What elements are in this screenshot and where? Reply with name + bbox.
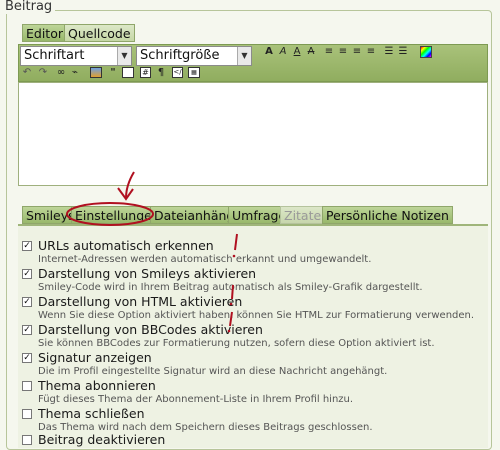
unlink-icon[interactable]: ⌁	[70, 68, 80, 78]
comment-icon[interactable]	[122, 67, 134, 78]
option-title: Thema schließen	[38, 406, 145, 421]
option-desc: Internet-Adressen werden automatisch erk…	[38, 254, 372, 265]
tab-editor[interactable]: Editor	[22, 24, 67, 42]
chevron-down-icon: ▼	[117, 47, 131, 65]
checkbox-signatur[interactable]: ✓	[22, 353, 32, 363]
option-desc: Sie können BBCodes zur Formatierung nutz…	[38, 338, 435, 349]
align-justify-icon[interactable]: ≡	[366, 47, 376, 57]
option-title: Darstellung von Smileys aktivieren	[38, 266, 257, 281]
link-icon[interactable]: ∞	[56, 68, 66, 78]
font-size-select[interactable]: Schriftgröße ▼	[136, 46, 252, 66]
option-desc: Die im Profil eingestellte Signatur wird…	[38, 366, 388, 377]
option-title: Thema abonnieren	[38, 378, 156, 393]
italic-icon[interactable]: A	[278, 47, 288, 57]
align-center-icon[interactable]: ≡	[338, 47, 348, 57]
image-icon[interactable]	[90, 67, 102, 78]
option-desc: Smiley-Code wird in Ihrem Beitrag automa…	[38, 282, 423, 293]
bold-icon[interactable]: A	[264, 47, 274, 57]
fieldset-legend: Beitrag	[2, 0, 56, 14]
option-title: Darstellung von HTML aktivieren	[38, 294, 243, 309]
hash-icon[interactable]: #	[140, 67, 151, 78]
color-picker-icon[interactable]	[420, 46, 432, 58]
tab-quellcode[interactable]: Quellcode	[64, 24, 135, 42]
checkbox-urls[interactable]: ✓	[22, 241, 32, 251]
underline-icon[interactable]: A	[292, 47, 302, 57]
align-left-icon[interactable]: ≡	[324, 47, 334, 57]
checkbox-bbcodes[interactable]: ✓	[22, 325, 32, 335]
font-family-select[interactable]: Schriftart ▼	[20, 46, 132, 66]
checkbox-schliessen[interactable]	[22, 409, 32, 419]
align-right-icon[interactable]: ≡	[352, 47, 362, 57]
quote-icon[interactable]: "	[108, 68, 118, 78]
option-title: Beitrag deaktivieren	[38, 432, 166, 447]
checkbox-deaktivieren[interactable]	[22, 435, 32, 445]
option-title: Darstellung von BBCodes aktivieren	[38, 322, 263, 337]
tab-zitate: Zitate	[280, 206, 326, 224]
strikethrough-icon[interactable]: A	[306, 47, 316, 57]
tab-persoenliche-notizen[interactable]: Persönliche Notizen	[322, 206, 453, 224]
font-size-select-value: Schriftgröße	[140, 48, 220, 63]
undo-icon[interactable]: ↶	[22, 68, 32, 78]
ordered-list-icon[interactable]: ☰	[384, 47, 394, 57]
code-icon[interactable]: </	[172, 67, 183, 78]
checkbox-abonnieren[interactable]	[22, 381, 32, 391]
option-title: URLs automatisch erkennen	[38, 238, 214, 253]
option-desc: Fügt dieses Thema der Abonnement-Liste i…	[38, 394, 354, 405]
table-icon[interactable]: ▦	[188, 67, 200, 78]
unordered-list-icon[interactable]: ☰	[398, 47, 408, 57]
redo-icon[interactable]: ↷	[38, 68, 48, 78]
special-char-icon[interactable]: ¶	[156, 68, 166, 78]
chevron-down-icon: ▼	[237, 47, 251, 65]
font-family-select-value: Schriftart	[24, 48, 85, 63]
message-textarea[interactable]	[18, 82, 488, 186]
option-title: Signatur anzeigen	[38, 350, 152, 365]
option-desc: Wenn Sie diese Option aktiviert haben, k…	[38, 310, 475, 321]
checkbox-smileys[interactable]: ✓	[22, 269, 32, 279]
checkbox-html[interactable]: ✓	[22, 297, 32, 307]
